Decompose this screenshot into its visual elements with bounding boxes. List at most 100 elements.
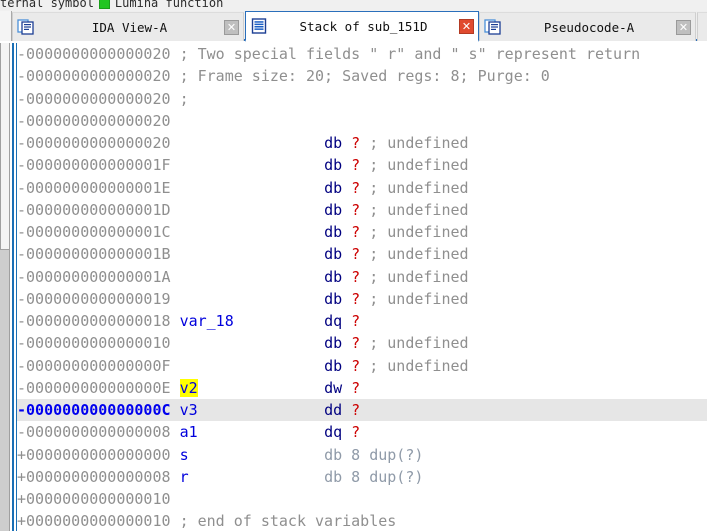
stack-variable-row[interactable]: +0000000000000000 s db 8 dup(?): [17, 444, 707, 466]
data-type-keyword: dd: [324, 401, 343, 419]
stack-variable-row[interactable]: -000000000000001F db ? ; undefined: [17, 154, 707, 176]
undefined-value-marker: ?: [351, 223, 361, 241]
stack-variable-row[interactable]: -0000000000000020 db ? ; undefined: [17, 132, 707, 154]
row-address: -0000000000000020: [17, 45, 180, 63]
variable-name[interactable]: r: [180, 468, 189, 486]
variable-name[interactable]: v3: [180, 401, 198, 419]
row-address: -0000000000000018: [17, 312, 180, 330]
row-address: -0000000000000020: [17, 111, 180, 130]
tab-bar: IDA View-A ✕ Stack of sub_151D ✕ Pseudoc…: [0, 11, 707, 42]
stack-frame-icon: [250, 17, 268, 35]
stack-variable-row[interactable]: +0000000000000008 r db 8 dup(?): [17, 466, 707, 488]
stack-variable-row[interactable]: -0000000000000020 ; Frame size: 20; Save…: [17, 65, 707, 87]
tab-stack-of-sub-151d[interactable]: Stack of sub_151D ✕: [245, 11, 479, 42]
undefined-value-marker: ?: [351, 312, 361, 330]
undefined-value-marker: ?: [351, 356, 361, 375]
stack-variable-row[interactable]: -000000000000001A db ? ; undefined: [17, 266, 707, 288]
close-icon[interactable]: ✕: [676, 19, 691, 35]
row-comment: ; Two special fields " r" and " s" repre…: [179, 45, 641, 63]
row-address: -000000000000001F: [17, 156, 180, 175]
data-type-keyword: db: [324, 356, 343, 375]
stack-variable-row[interactable]: -0000000000000008 a1 dq ?: [17, 421, 707, 443]
data-type-keyword: db: [324, 267, 343, 286]
stack-variable-row[interactable]: -0000000000000018 var_18 dq ?: [17, 310, 707, 332]
tab-overflow-stub[interactable]: [697, 12, 707, 41]
stack-variable-row[interactable]: -0000000000000020 ; Two special fields "…: [17, 43, 707, 65]
stack-variable-row[interactable]: -0000000000000010 db ? ; undefined: [17, 332, 707, 354]
stack-variable-row[interactable]: -000000000000001E db ? ; undefined: [17, 177, 707, 199]
stack-variable-row[interactable]: +0000000000000010 ; end of stack variabl…: [17, 510, 707, 531]
row-comment: ; undefined: [369, 223, 469, 241]
close-icon[interactable]: ✕: [459, 18, 474, 34]
ida-stack-frame-window: ternal symbol Lumina function IDA View-A…: [0, 0, 707, 531]
variable-name[interactable]: s: [180, 446, 189, 464]
highlighted-variable-name[interactable]: v2: [179, 378, 198, 397]
stack-variable-row[interactable]: -0000000000000019 db ? ; undefined: [17, 288, 707, 310]
row-comment: ; undefined: [369, 156, 469, 175]
document-icon: [17, 18, 35, 36]
data-type-keyword: dq: [324, 312, 343, 330]
lumina-function-color-swatch: [98, 0, 110, 9]
stack-variable-row[interactable]: -000000000000001D db ? ; undefined: [17, 199, 707, 221]
vertical-scrollbar[interactable]: [0, 43, 10, 531]
stack-variable-row[interactable]: -000000000000000C v3 dd ?: [17, 399, 707, 422]
row-address: -000000000000001D: [17, 200, 180, 219]
left-margin-rule: [12, 43, 14, 531]
stack-variable-row[interactable]: -000000000000000E v2 dw ?: [17, 377, 707, 399]
data-type-keyword: db 8 dup(?): [324, 445, 424, 464]
tab-ida-view-a[interactable]: IDA View-A ✕: [12, 12, 244, 41]
tab-pseudocode-a[interactable]: Pseudocode-A ✕: [479, 12, 696, 41]
stack-variable-row[interactable]: -000000000000000F db ? ; undefined: [17, 355, 707, 377]
row-address: +0000000000000010: [17, 490, 180, 508]
tab-label: Pseudocode-A: [543, 19, 635, 35]
legend-text-fragment: ternal symbol: [0, 0, 94, 10]
row-address: -0000000000000019: [17, 289, 180, 308]
variable-name[interactable]: a1: [180, 423, 198, 441]
undefined-value-marker: ?: [351, 378, 361, 397]
stack-variable-row[interactable]: +0000000000000010: [17, 488, 707, 510]
stack-variable-row[interactable]: -000000000000001B db ? ; undefined: [17, 243, 707, 265]
row-comment: ; undefined: [369, 245, 469, 264]
undefined-value-marker: ?: [351, 334, 361, 353]
undefined-value-marker: ?: [351, 245, 361, 264]
close-icon[interactable]: ✕: [224, 19, 239, 35]
data-type-keyword: db: [324, 134, 343, 152]
undefined-value-marker: ?: [351, 267, 361, 286]
data-type-keyword: db: [324, 223, 343, 241]
vertical-scrollbar-thumb[interactable]: [0, 43, 10, 250]
undefined-value-marker: ?: [351, 134, 361, 152]
stack-variable-row[interactable]: -000000000000001C db ? ; undefined: [17, 221, 707, 243]
row-comment: ; undefined: [369, 267, 469, 286]
stack-variable-row[interactable]: -0000000000000020 ;: [17, 88, 707, 110]
data-type-keyword: dq: [324, 423, 343, 442]
data-type-keyword: db: [324, 156, 343, 175]
stack-variable-row[interactable]: -0000000000000020: [17, 110, 707, 132]
undefined-value-marker: ?: [351, 200, 361, 219]
variable-name[interactable]: var_18: [180, 312, 234, 330]
row-comment: ; Frame size: 20; Saved regs: 8; Purge: …: [179, 67, 550, 86]
stack-variable-list: -0000000000000020 ; Two special fields "…: [17, 43, 707, 531]
row-address: -000000000000001A: [17, 267, 180, 286]
tab-label: IDA View-A: [91, 19, 168, 35]
